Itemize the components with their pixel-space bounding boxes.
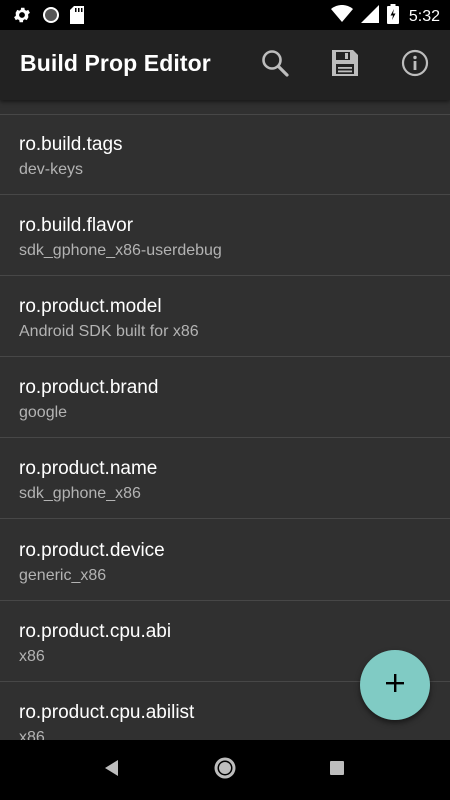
search-button[interactable]	[257, 47, 293, 83]
property-key: ro.product.cpu.abi	[19, 621, 172, 642]
save-button[interactable]	[327, 47, 363, 83]
property-value: dev-keys	[19, 161, 84, 178]
property-value: x86	[19, 648, 45, 665]
search-icon	[260, 48, 290, 83]
list-item[interactable]: ro.build.tags dev-keys	[0, 115, 450, 195]
sd-card-icon	[70, 6, 84, 29]
property-key: ro.product.brand	[19, 377, 159, 398]
battery-icon	[386, 4, 399, 29]
app-bar: Build Prop Editor	[0, 30, 450, 100]
property-key: ro.product.model	[19, 296, 162, 317]
property-value: Android SDK built for x86	[19, 323, 199, 340]
back-button[interactable]	[99, 757, 125, 783]
back-icon	[102, 758, 122, 783]
list-item[interactable]: ro.product.name sdk_gphone_x86	[0, 439, 450, 519]
property-value: generic_x86	[19, 567, 107, 584]
list-item[interactable]: ro.product.device generic_x86	[0, 521, 450, 601]
status-right-icons: 5:32	[330, 4, 440, 29]
gear-icon	[12, 5, 32, 30]
home-button[interactable]	[212, 757, 238, 783]
save-icon	[330, 48, 360, 83]
recents-icon	[328, 759, 346, 782]
property-key: ro.product.device	[19, 540, 165, 561]
list-item[interactable]: ro.product.model Android SDK built for x…	[0, 277, 450, 357]
property-key: ro.product.name	[19, 458, 158, 479]
property-key: ro.build.tags	[19, 134, 123, 155]
property-value: sdk_gphone_x86	[19, 485, 141, 502]
info-icon	[401, 49, 429, 82]
wifi-icon	[330, 4, 353, 28]
navigation-bar	[0, 740, 450, 800]
plus-icon	[384, 672, 406, 699]
property-value: google	[19, 404, 68, 421]
property-key: ro.product.cpu.abilist	[19, 702, 195, 723]
property-value: sdk_gphone_x86-userdebug	[19, 242, 222, 259]
add-property-button[interactable]	[360, 650, 430, 720]
signal-icon	[360, 5, 379, 28]
list-item[interactable]: ro.build.flavor sdk_gphone_x86-userdebug	[0, 196, 450, 276]
home-icon	[213, 756, 237, 785]
status-left-icons	[12, 5, 84, 30]
list-item[interactable]: ro.product.brand google	[0, 358, 450, 438]
property-value: x86	[19, 729, 45, 740]
property-key: ro.build.flavor	[19, 215, 134, 236]
status-time: 5:32	[408, 7, 440, 25]
app-title: Build Prop Editor	[20, 50, 211, 76]
property-list[interactable]: ro.build.tags dev-keys ro.build.flavor s…	[0, 100, 450, 740]
info-button[interactable]	[397, 47, 433, 83]
recents-button[interactable]	[324, 757, 350, 783]
circle-icon	[42, 6, 60, 29]
status-bar: 5:32	[0, 0, 450, 30]
